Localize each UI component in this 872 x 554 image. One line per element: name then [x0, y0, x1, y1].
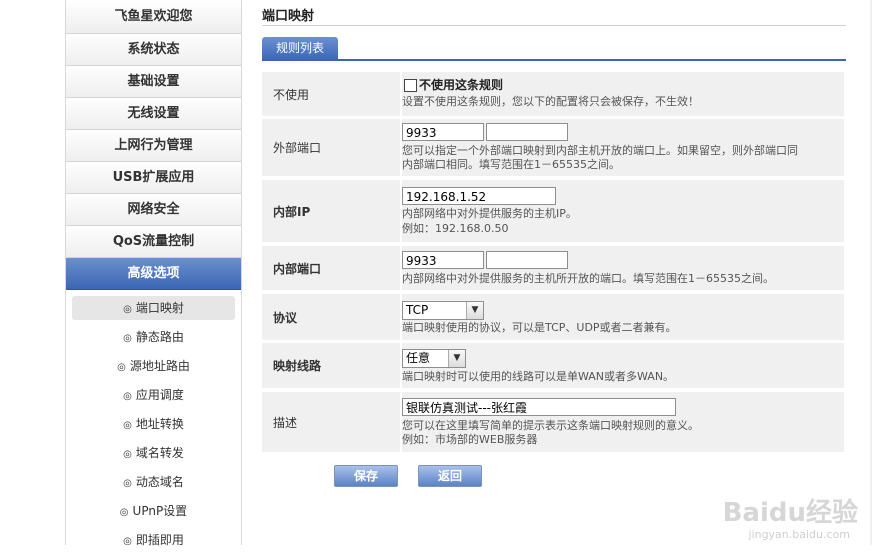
submenu-label: 地址转换 [135, 417, 184, 431]
radio-bullet-icon: ◎ [117, 362, 126, 373]
protocol-label: 协议 [262, 294, 402, 340]
sidebar: 飞鱼星欢迎您 系统状态 基础设置 无线设置 上网行为管理 USB扩展应用 网络安… [65, 0, 242, 547]
external-port-end-input[interactable] [486, 123, 568, 141]
radio-bullet-icon: ◎ [123, 420, 132, 431]
internal-port-start-input[interactable]: 9933 [402, 251, 484, 269]
submenu-nat[interactable]: ◎ 地址转换 [72, 412, 235, 436]
description-hint-1: 您可以在这里填写简单的提示表示这条端口映射规则的意义。 [402, 419, 699, 432]
internal-ip-hint-1: 内部网络中对外提供服务的主机IP。 [402, 207, 577, 220]
disable-hint: 设置不使用这条规则，您以下的配置将只会被保存，不生效！ [402, 95, 699, 108]
advanced-submenu: ◎ 端口映射 ◎ 静态路由 ◎ 源地址路由 ◎ 应用调度 ◎ 地址转换 ◎ 域名转发 ◎ 动态… [66, 290, 241, 552]
internal-ip-hint-2: 例如：192.168.0.50 [402, 222, 509, 235]
external-port-hint-1: 您可以指定一个外部端口映射到内部主机开放的端口上。如果留空，则外部端口同 [402, 144, 798, 157]
description-content: 银联仿真测试---张红霞 您可以在这里填写简单的提示表示这条端口映射规则的意义。… [402, 392, 840, 452]
submenu-label: 静态路由 [135, 330, 184, 344]
menu-behavior-management[interactable]: 上网行为管理 [66, 130, 241, 162]
submenu-label: 动态域名 [135, 475, 184, 489]
protocol-selected-value: TCP [406, 303, 429, 317]
row-internal-port: 内部端口 9933 内部网络中对外提供服务的主机所开放的端口。填写范围在1－65… [262, 246, 844, 290]
row-external-port: 外部端口 9933 您可以指定一个外部端口映射到内部主机开放的端口上。如果留空，… [262, 119, 844, 176]
submenu-port-mapping[interactable]: ◎ 端口映射 [72, 296, 235, 320]
menu-basic-settings[interactable]: 基础设置 [66, 66, 241, 98]
internal-port-label: 内部端口 [262, 246, 402, 290]
route-label: 映射线路 [262, 343, 402, 388]
chevron-down-icon: ▼ [466, 302, 483, 319]
protocol-content: TCP ▼ 端口映射使用的协议，可以是TCP、UDP或者二者兼有。 [402, 294, 840, 340]
internal-ip-input[interactable]: 192.168.1.52 [402, 187, 556, 205]
radio-bullet-icon: ◎ [123, 391, 132, 402]
description-hint-2: 例如：市场部的WEB服务器 [402, 433, 538, 446]
route-selected-value: 任意 [406, 351, 431, 365]
submenu-label: 域名转发 [135, 446, 184, 460]
menu-advanced[interactable]: 高级选项 [66, 258, 241, 290]
row-description: 描述 银联仿真测试---张红霞 您可以在这里填写简单的提示表示这条端口映射规则的… [262, 392, 844, 452]
page-title: 端口映射 [262, 9, 315, 24]
submenu-upnp[interactable]: ◎ UPnP设置 [72, 499, 235, 523]
menu-network-security[interactable]: 网络安全 [66, 194, 241, 226]
protocol-select[interactable]: TCP ▼ [402, 301, 484, 320]
description-label: 描述 [262, 392, 402, 452]
description-input[interactable]: 银联仿真测试---张红霞 [402, 398, 676, 416]
menu-qos[interactable]: QoS流量控制 [66, 226, 241, 258]
title-divider [262, 25, 846, 26]
save-button[interactable]: 保存 [334, 465, 398, 487]
disable-checkbox-label: 不使用这条规则 [419, 78, 504, 92]
menu-system-status[interactable]: 系统状态 [66, 34, 241, 66]
submenu-plug-and-play[interactable]: ◎ 即插即用 [72, 528, 235, 552]
radio-bullet-icon: ◎ [123, 449, 132, 460]
route-hint: 端口映射时可以使用的线路可以是单WAN或者多WAN。 [402, 370, 675, 383]
radio-bullet-icon: ◎ [123, 536, 132, 547]
menu-wireless-settings[interactable]: 无线设置 [66, 98, 241, 130]
submenu-label: UPnP设置 [132, 504, 188, 518]
menu-welcome[interactable]: 飞鱼星欢迎您 [66, 0, 241, 34]
submenu-label: 端口映射 [135, 301, 184, 315]
route-select[interactable]: 任意 ▼ [402, 349, 466, 368]
disable-label: 不使用 [262, 72, 402, 116]
disable-content: 不使用这条规则 设置不使用这条规则，您以下的配置将只会被保存，不生效！ [402, 72, 840, 116]
row-route: 映射线路 任意 ▼ 端口映射时可以使用的线路可以是单WAN或者多WAN。 [262, 343, 844, 388]
row-disable: 不使用 不使用这条规则 设置不使用这条规则，您以下的配置将只会被保存，不生效！ [262, 72, 844, 116]
internal-port-end-input[interactable] [486, 251, 568, 269]
submenu-ddns[interactable]: ◎ 动态域名 [72, 470, 235, 494]
tab-bar: 规则列表 [262, 37, 846, 61]
baidu-watermark-url: jingyan.baidu.com [748, 528, 850, 541]
internal-ip-content: 192.168.1.52 内部网络中对外提供服务的主机IP。 例如：192.16… [402, 180, 840, 242]
external-port-content: 9933 您可以指定一个外部端口映射到内部主机开放的端口上。如果留空，则外部端口… [402, 119, 840, 176]
row-internal-ip: 内部IP 192.168.1.52 内部网络中对外提供服务的主机IP。 例如：1… [262, 180, 844, 242]
route-content: 任意 ▼ 端口映射时可以使用的线路可以是单WAN或者多WAN。 [402, 343, 840, 388]
menu-usb-extension[interactable]: USB扩展应用 [66, 162, 241, 194]
radio-bullet-icon: ◎ [123, 304, 132, 315]
submenu-domain-forward[interactable]: ◎ 域名转发 [72, 441, 235, 465]
row-protocol: 协议 TCP ▼ 端口映射使用的协议，可以是TCP、UDP或者二者兼有。 [262, 294, 844, 340]
radio-bullet-icon: ◎ [119, 507, 129, 518]
submenu-label: 源地址路由 [129, 359, 190, 373]
external-port-hint-2: 内部端口相同。填写范围在1－65535之间。 [402, 158, 620, 171]
external-port-start-input[interactable]: 9933 [402, 123, 484, 141]
submenu-app-schedule[interactable]: ◎ 应用调度 [72, 383, 235, 407]
chevron-down-icon: ▼ [448, 350, 465, 367]
protocol-hint: 端口映射使用的协议，可以是TCP、UDP或者二者兼有。 [402, 321, 677, 334]
internal-port-content: 9933 内部网络中对外提供服务的主机所开放的端口。填写范围在1－65535之间… [402, 246, 840, 290]
radio-bullet-icon: ◎ [123, 333, 132, 344]
radio-bullet-icon: ◎ [123, 478, 132, 489]
internal-ip-label: 内部IP [262, 180, 402, 242]
submenu-source-route[interactable]: ◎ 源地址路由 [72, 354, 235, 378]
external-port-label: 外部端口 [262, 119, 402, 176]
submenu-label: 应用调度 [135, 388, 184, 402]
internal-port-hint: 内部网络中对外提供服务的主机所开放的端口。填写范围在1－65535之间。 [402, 272, 774, 285]
submenu-static-route[interactable]: ◎ 静态路由 [72, 325, 235, 349]
disable-rule-checkbox[interactable] [404, 79, 417, 92]
baidu-watermark: Baidu经验 [722, 498, 858, 528]
back-button[interactable]: 返回 [418, 465, 482, 487]
tab-rule-list[interactable]: 规则列表 [262, 37, 338, 59]
